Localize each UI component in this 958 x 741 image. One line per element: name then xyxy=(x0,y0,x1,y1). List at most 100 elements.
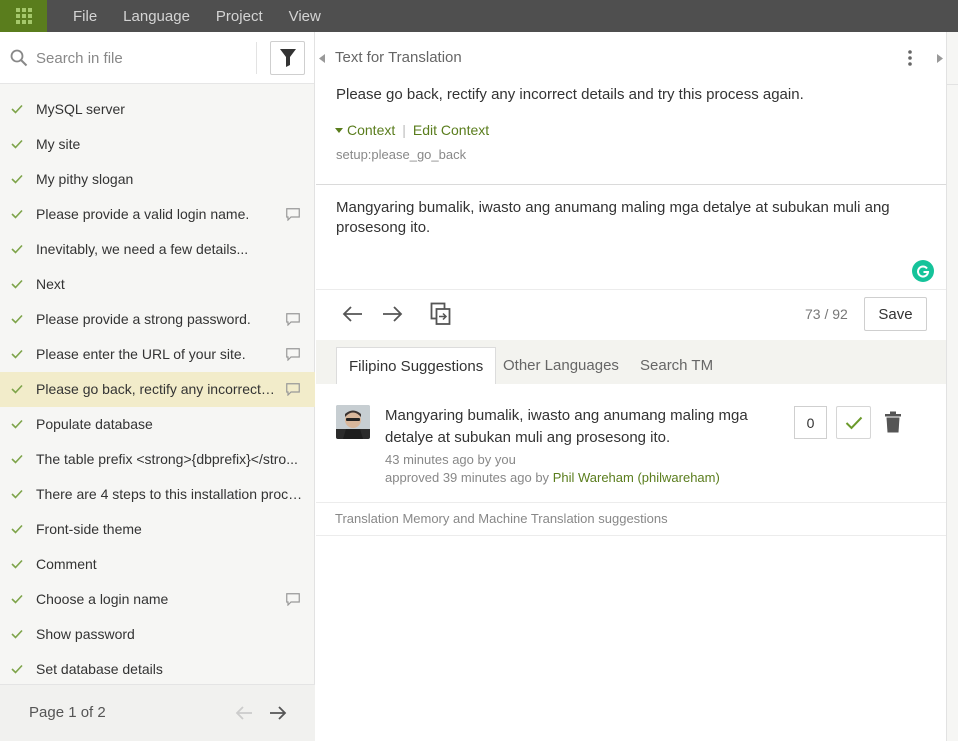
approve-button[interactable] xyxy=(836,406,871,439)
menu-project[interactable]: Project xyxy=(203,8,276,25)
grammarly-icon[interactable] xyxy=(912,260,934,282)
check-icon xyxy=(11,139,23,149)
avatar xyxy=(336,405,370,439)
string-sidebar: MySQL server My site My pithy slogan Please… xyxy=(0,32,315,741)
list-item[interactable]: Please provide a strong password. xyxy=(0,302,315,337)
list-item[interactable]: Choose a login name xyxy=(0,582,315,617)
list-item[interactable]: Please enter the URL of your site. xyxy=(0,337,315,372)
filter-icon xyxy=(279,49,296,67)
context-toggle[interactable]: Context xyxy=(347,122,395,138)
list-item-label: The table prefix <strong>{dbprefix}</str… xyxy=(36,451,298,467)
copy-source-icon[interactable] xyxy=(429,302,453,326)
tab-other-languages[interactable]: Other Languages xyxy=(491,347,631,384)
caret-down-icon xyxy=(335,127,343,133)
menu-view[interactable]: View xyxy=(276,8,334,25)
comment-icon[interactable] xyxy=(286,593,300,606)
collapse-left-icon[interactable] xyxy=(316,32,328,84)
check-icon xyxy=(11,279,23,289)
approver-link[interactable]: Phil Wareham (philwareham) xyxy=(553,470,720,485)
list-item-label: There are 4 steps to this installation p… xyxy=(36,486,304,502)
divider xyxy=(316,184,946,185)
comment-icon[interactable] xyxy=(286,383,300,396)
editor-panel xyxy=(316,32,946,741)
tab-filipino-suggestions[interactable]: Filipino Suggestions xyxy=(336,347,497,384)
source-title: Text for Translation xyxy=(335,49,462,66)
apps-grid-icon[interactable] xyxy=(0,0,47,32)
menu-bar: File Language Project View xyxy=(0,0,958,32)
search-input[interactable] xyxy=(36,46,251,70)
check-icon xyxy=(11,559,23,569)
list-item[interactable]: Front-side theme xyxy=(0,512,315,547)
comment-icon[interactable] xyxy=(286,208,300,221)
list-item[interactable]: Please provide a valid login name. xyxy=(0,197,315,232)
tm-note: Translation Memory and Machine Translati… xyxy=(335,511,668,526)
divider xyxy=(316,502,946,503)
search-separator xyxy=(256,42,257,74)
list-item[interactable]: Comment xyxy=(0,547,315,582)
suggestion-time: 43 minutes ago by you xyxy=(385,452,516,467)
right-edge-panel xyxy=(946,32,958,741)
right-edge-divider xyxy=(946,84,958,85)
check-icon xyxy=(11,489,23,499)
comment-icon[interactable] xyxy=(286,313,300,326)
list-item[interactable]: MySQL server xyxy=(0,92,315,127)
collapse-right-icon[interactable] xyxy=(934,32,946,84)
list-item-label: Show password xyxy=(36,626,135,642)
check-icon xyxy=(11,349,23,359)
list-item[interactable]: My pithy slogan xyxy=(0,162,315,197)
check-icon xyxy=(845,416,862,429)
menu-language[interactable]: Language xyxy=(110,8,203,25)
suggestions-tabs: Filipino Suggestions Other Languages Sea… xyxy=(316,340,946,384)
list-item-label: MySQL server xyxy=(36,101,125,117)
list-item[interactable]: The table prefix <strong>{dbprefix}</str… xyxy=(0,442,315,477)
list-item[interactable]: Inevitably, we need a few details... xyxy=(0,232,315,267)
list-item-label: Please provide a valid login name. xyxy=(36,206,250,222)
filter-button[interactable] xyxy=(270,41,305,75)
list-item[interactable]: Populate database xyxy=(0,407,315,442)
check-icon xyxy=(11,244,23,254)
list-item[interactable]: Set database details xyxy=(0,652,315,687)
suggestion-text[interactable]: Mangyaring bumalik, iwasto ang anumang m… xyxy=(385,405,775,449)
translation-textarea[interactable]: Mangyaring bumalik, iwasto ang anumang m… xyxy=(336,198,916,238)
page-label: Page 1 of 2 xyxy=(29,704,106,721)
list-item[interactable]: Please go back, rectify any incorrect d.… xyxy=(0,372,315,407)
check-icon xyxy=(11,209,23,219)
list-item[interactable]: My site xyxy=(0,127,315,162)
context-separator: | xyxy=(402,122,406,138)
list-item-label: Set database details xyxy=(36,661,163,677)
list-item-label: Please provide a strong password. xyxy=(36,311,251,327)
check-icon xyxy=(11,174,23,184)
list-item[interactable]: Next xyxy=(0,267,315,302)
vote-count: 0 xyxy=(794,406,827,439)
menu-file[interactable]: File xyxy=(60,8,110,25)
edit-context-link[interactable]: Edit Context xyxy=(413,122,489,138)
list-item-label: Comment xyxy=(36,556,97,572)
string-counter: 73 / 92 xyxy=(805,306,848,322)
comment-icon[interactable] xyxy=(286,348,300,361)
list-item-label: My pithy slogan xyxy=(36,171,134,187)
divider xyxy=(316,535,946,536)
check-icon xyxy=(11,314,23,324)
tab-search-tm[interactable]: Search TM xyxy=(628,347,725,384)
list-item[interactable]: There are 4 steps to this installation p… xyxy=(0,477,315,512)
source-text: Please go back, rectify any incorrect de… xyxy=(336,86,804,103)
trash-icon[interactable] xyxy=(885,411,901,433)
approval-prefix: approved 39 minutes ago by xyxy=(385,470,550,485)
check-icon xyxy=(11,384,23,394)
list-item-label: Please go back, rectify any incorrect d.… xyxy=(36,381,276,397)
context-key: setup:please_go_back xyxy=(336,147,467,162)
save-button[interactable]: Save xyxy=(864,297,927,331)
more-options-icon[interactable] xyxy=(903,49,917,67)
list-item[interactable]: Show password xyxy=(0,617,315,652)
check-icon xyxy=(11,524,23,534)
prev-page-arrow-icon[interactable] xyxy=(234,703,254,723)
string-list: MySQL server My site My pithy slogan Please… xyxy=(0,92,315,687)
next-string-arrow-icon[interactable] xyxy=(380,302,404,326)
list-item-label: Populate database xyxy=(36,416,153,432)
search-bar xyxy=(0,32,314,84)
check-icon xyxy=(11,419,23,429)
suggestion-approval: approved 39 minutes ago by Phil Wareham … xyxy=(385,470,720,485)
list-item-label: Next xyxy=(36,276,65,292)
previous-string-arrow-icon[interactable] xyxy=(341,302,365,326)
next-page-arrow-icon[interactable] xyxy=(268,703,288,723)
